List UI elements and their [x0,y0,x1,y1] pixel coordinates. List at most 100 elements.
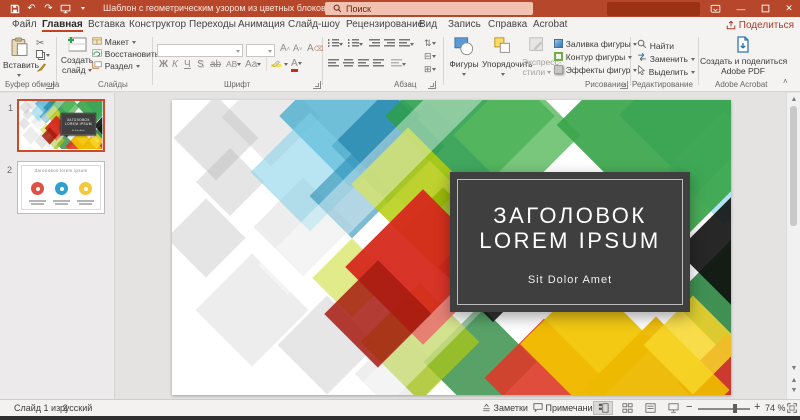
align-center-button[interactable] [343,59,354,70]
zoom-percentage[interactable]: 74 % [765,403,786,413]
tab-review[interactable]: Рецензирование [346,18,423,32]
scroll-down-button[interactable]: ▼ [790,365,798,373]
slideshow-view-button[interactable] [663,401,683,415]
editing-canvas[interactable]: ЗАГОЛОВОК LOREM IPSUM Sit Dolor Amet [115,93,786,399]
slide1-thumbnail-art[interactable]: ЗАГОЛОВОК LOREM IPSUM Sit Dolor Amet [19,101,102,149]
character-spacing-button[interactable]: АВ [226,59,241,70]
tab-slideshow[interactable]: Слайд-шоу [288,18,340,32]
align-right-button[interactable] [358,59,369,70]
account-area[interactable] [607,2,700,16]
tab-file[interactable]: Файл [12,18,37,32]
grow-font-button[interactable]: А˄ [280,43,290,54]
replace-button[interactable]: Заменить [637,52,695,65]
cut-button[interactable]: ✂ [36,38,44,49]
highlight-color-button[interactable] [271,59,288,70]
bullets-button[interactable] [328,39,343,50]
shape-fill-button[interactable]: Заливка фигуры [554,39,637,50]
align-left-button[interactable] [328,59,339,70]
next-slide-button[interactable]: ▼ [790,387,798,395]
close-button[interactable]: ✕ [777,0,800,17]
save-button[interactable] [6,1,23,16]
tab-transitions[interactable]: Переходы [189,18,236,32]
new-slide-button[interactable]: Создать слайд [59,36,95,80]
ribbon-display-options-button[interactable] [703,0,727,17]
maximize-button[interactable] [753,0,777,17]
bold-button[interactable]: Ж [159,59,168,70]
normal-view-button[interactable] [593,401,613,415]
numbering-button[interactable] [348,39,363,50]
undo-button[interactable]: ↶ [23,1,40,16]
start-slideshow-button[interactable] [57,1,74,16]
line-spacing-button[interactable] [399,39,414,50]
vertical-scrollbar[interactable]: ▲ ▼ ▲ ▼ [786,93,800,399]
redo-button[interactable]: ↷ [40,1,57,16]
tab-insert[interactable]: Вставка [88,18,125,32]
align-text-button[interactable]: ⊟ [424,51,436,62]
font-size-combobox[interactable] [246,44,275,57]
comments-toggle[interactable]: Примечания [533,403,597,413]
arrange-button[interactable]: Упорядочить [482,36,524,80]
font-color-button[interactable]: А [291,58,302,72]
tab-acrobat[interactable]: Acrobat [533,18,567,32]
fit-to-window-button[interactable] [787,403,797,415]
font-name-combobox[interactable] [157,44,243,57]
section-button[interactable]: Раздел [92,61,140,72]
smartart-button[interactable]: ⊞ [424,64,436,75]
text-direction-button[interactable]: ⇅ [424,38,436,49]
slide-thumbnail-1[interactable]: ЗАГОЛОВОК LOREM IPSUM Sit Dolor Amet [17,99,105,152]
slide-title-box[interactable]: ЗАГОЛОВОК LOREM IPSUM Sit Dolor Amet [60,113,96,136]
strikethrough-button[interactable]: ab [210,59,221,70]
shapes-button[interactable]: Фигуры [447,36,481,80]
text-shadow-button[interactable]: S [197,59,204,70]
shape-effects-button[interactable]: Эффекты фигур [554,65,637,76]
tab-animations[interactable]: Анимация [238,18,285,32]
zoom-in-button[interactable]: + [754,401,760,413]
reset-button[interactable]: Восстановить [92,49,159,60]
scroll-up-button[interactable]: ▲ [790,96,798,104]
notes-toggle[interactable]: Заметки [482,403,528,413]
shrink-font-button[interactable]: А˅ [293,43,303,54]
replace-label: Заменить [650,54,688,64]
paragraph-dialog-launcher[interactable] [428,81,436,89]
clear-formatting-button[interactable]: А⌫ [307,43,324,54]
search-input[interactable] [346,4,496,14]
shape-outline-button[interactable]: Контур фигуры [554,52,632,63]
change-case-button[interactable]: Аа [245,59,261,70]
layout-button[interactable]: Макет [92,37,136,48]
reading-view-button[interactable] [640,401,660,415]
slide-canvas[interactable]: ЗАГОЛОВОК LOREM IPSUM Sit Dolor Amet [172,100,731,395]
share-button[interactable]: Поделиться [726,18,794,32]
language-indicator[interactable]: русский [60,403,92,413]
select-button[interactable]: Выделить [637,65,695,78]
tab-home[interactable]: Главная [42,18,83,32]
decrease-indent-button[interactable] [369,39,380,50]
scrollbar-thumb[interactable] [790,106,797,226]
create-pdf-button[interactable]: Создать и поделиться Adobe PDF [700,36,786,80]
format-painter-button[interactable] [36,63,47,76]
zoom-out-button[interactable]: − [686,401,692,413]
zoom-slider-handle[interactable] [733,404,737,413]
qat-customize-button[interactable] [74,1,91,16]
slide-thumbnail-2[interactable]: Заголовок lorem ipsum [17,161,105,214]
italic-button[interactable]: К [172,59,178,70]
increase-indent-button[interactable] [384,39,395,50]
minimize-button[interactable]: — [729,0,753,17]
columns-button[interactable] [391,59,406,70]
font-dialog-launcher[interactable] [313,81,321,89]
tab-help[interactable]: Справка [488,18,527,32]
copy-button[interactable] [36,50,50,61]
tab-view[interactable]: Вид [419,18,437,32]
previous-slide-button[interactable]: ▲ [790,377,798,385]
underline-button[interactable]: Ч [184,59,191,70]
tab-design[interactable]: Конструктор [129,18,186,32]
paste-button[interactable]: Вставить [3,36,35,80]
collapse-ribbon-button[interactable]: ˄ [783,77,788,86]
zoom-slider-track[interactable] [698,408,750,410]
slide-sorter-view-button[interactable] [617,401,637,415]
justify-button[interactable] [373,59,384,70]
quick-styles-button[interactable]: Экспресс- стили [522,36,552,77]
search-box[interactable] [325,2,533,15]
tab-record[interactable]: Запись [448,18,481,32]
find-button[interactable]: Найти [637,39,674,52]
slide-title-box[interactable]: ЗАГОЛОВОК LOREM IPSUM Sit Dolor Amet [450,172,690,312]
